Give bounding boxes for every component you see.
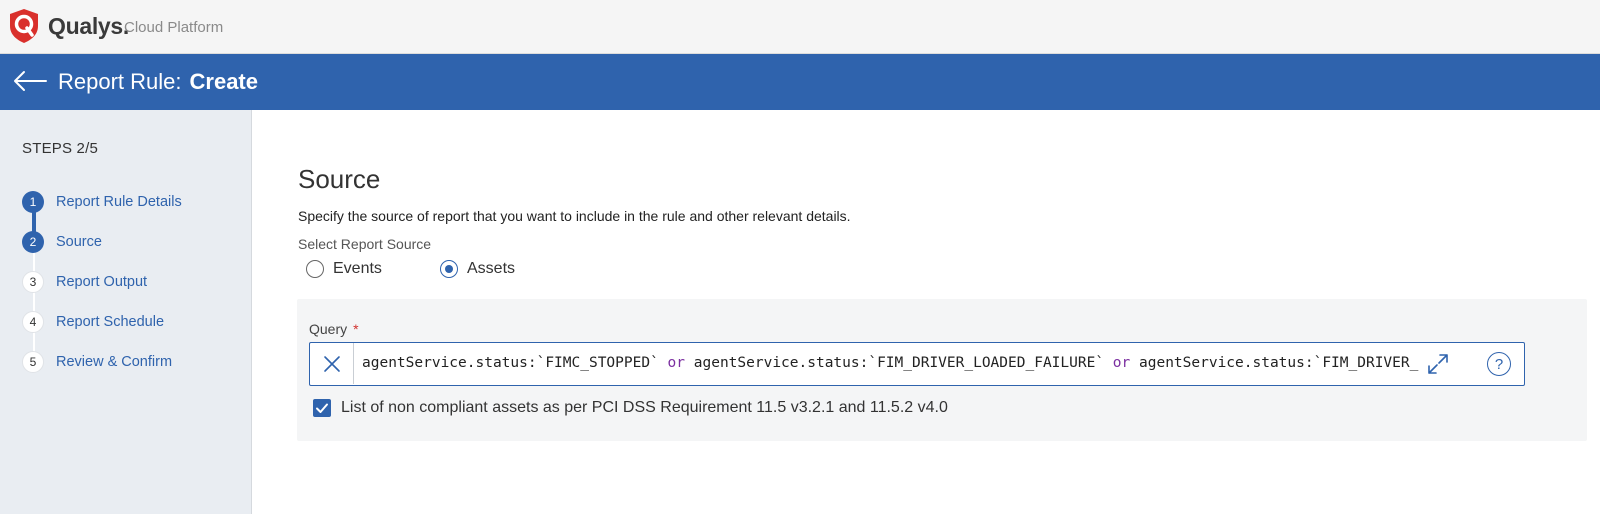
required-marker: * [353, 321, 359, 337]
step-report-rule-details[interactable]: 1 Report Rule Details [22, 190, 182, 214]
step-number: 3 [22, 271, 44, 293]
step-number: 2 [22, 231, 44, 253]
query-term: agentService.status:`FIM_DRIVER_ [1139, 355, 1419, 371]
main-content: Source Specify the source of report that… [252, 110, 1600, 514]
step-review-confirm[interactable]: 5 Review & Confirm [22, 350, 172, 374]
query-operator: or [1112, 355, 1131, 371]
step-report-output[interactable]: 3 Report Output [22, 270, 147, 294]
clear-query-button[interactable] [310, 343, 354, 384]
help-icon[interactable]: ? [1487, 352, 1511, 376]
step-number: 5 [22, 351, 44, 373]
page-title-prefix: Report Rule: [58, 69, 182, 94]
step-label: Source [56, 234, 102, 250]
close-icon [323, 355, 340, 372]
brand-subtitle: Cloud Platform [124, 19, 224, 36]
step-number: 4 [22, 311, 44, 333]
back-arrow-icon[interactable] [12, 68, 48, 94]
steps-sidebar: STEPS 2/5 1 Report Rule Details 2 Source… [0, 110, 252, 514]
radio-assets[interactable]: Assets [440, 260, 515, 278]
query-operator: or [667, 355, 686, 371]
radio-assets-label: Assets [467, 260, 516, 277]
radio-assets-circle[interactable] [440, 260, 458, 278]
checkmark-icon [316, 403, 328, 413]
expand-icon[interactable] [1426, 352, 1450, 376]
section-title: Source [298, 164, 381, 194]
top-bar: Qualys. Cloud Platform [0, 0, 1600, 54]
step-label: Report Output [56, 274, 148, 290]
steps-count: STEPS 2/5 [22, 140, 99, 157]
radio-events-label: Events [333, 260, 382, 277]
page-header: Report Rule: Create [0, 54, 1600, 110]
checkbox-label: List of non compliant assets as per PCI … [341, 399, 948, 416]
report-source-label: Select Report Source [298, 236, 432, 252]
step-number: 1 [22, 191, 44, 213]
step-report-schedule[interactable]: 4 Report Schedule [22, 310, 164, 334]
query-label: Query * [309, 321, 359, 337]
step-label: Review & Confirm [56, 354, 173, 370]
step-source[interactable]: 2 Source [22, 230, 102, 254]
page-title: Report Rule: Create [58, 69, 258, 95]
step-remaining-line [33, 242, 35, 362]
step-label: Report Rule Details [56, 194, 182, 210]
query-text[interactable]: agentService.status:`FIMC_STOPPED` or ag… [362, 355, 1420, 375]
radio-events[interactable]: Events [306, 260, 382, 278]
query-input[interactable]: agentService.status:`FIMC_STOPPED` or ag… [309, 342, 1525, 386]
query-term: agentService.status:`FIM_DRIVER_LOADED_F… [693, 355, 1105, 371]
qualys-logo-icon [10, 9, 38, 43]
section-description: Specify the source of report that you wa… [298, 208, 851, 224]
query-label-text: Query [309, 321, 348, 337]
pci-compliance-checkbox[interactable]: List of non compliant assets as per PCI … [313, 399, 948, 417]
brand-name: Qualys. [48, 13, 129, 39]
page-title-mode: Create [189, 69, 258, 94]
query-panel: Query * agentService.status:`FIMC_STOPPED… [297, 299, 1587, 441]
query-term: agentService.status:`FIMC_STOPPED` [362, 355, 659, 371]
step-label: Report Schedule [56, 314, 165, 330]
radio-events-circle[interactable] [306, 260, 324, 278]
checkbox-checked-icon[interactable] [313, 399, 331, 417]
